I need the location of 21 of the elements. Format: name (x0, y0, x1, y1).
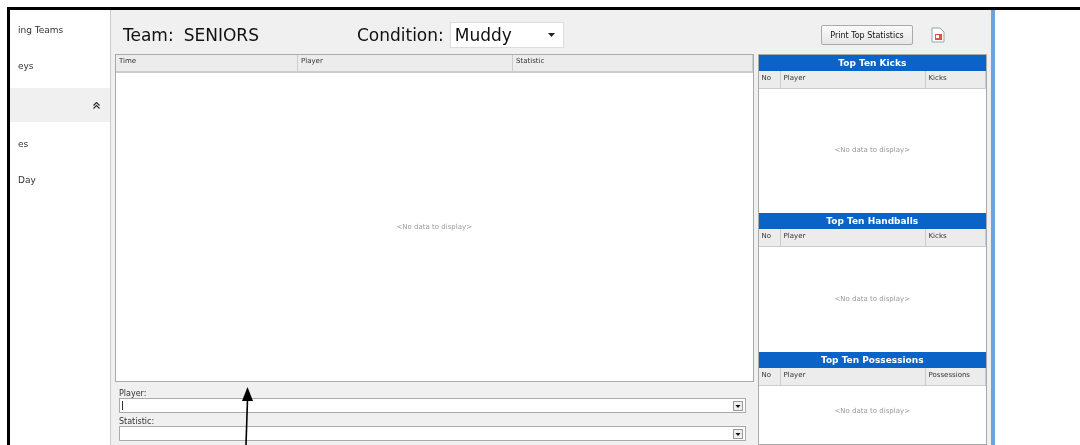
panel-title: Top Ten Kicks (758, 55, 986, 71)
condition-dropdown[interactable]: Muddy (449, 22, 564, 48)
sidebar-item[interactable]: Day (10, 162, 110, 198)
statistic-combo-field[interactable] (119, 426, 746, 441)
sidebar-item[interactable]: ing Teams (10, 12, 110, 48)
annotation-arrow (240, 387, 254, 445)
player-combo-field[interactable] (119, 398, 746, 413)
document-icon[interactable] (931, 27, 945, 43)
condition-label: Condition: (356, 25, 444, 45)
player-label: Player: (119, 389, 148, 398)
caret-icon (547, 33, 555, 37)
team-name: SENIORS (183, 25, 259, 45)
sidebar-item[interactable]: eys (10, 48, 110, 84)
print-button[interactable]: Print Top Statistics (821, 25, 913, 45)
team-label: Team: (123, 25, 174, 45)
statistic-label: Statistic: (119, 417, 156, 426)
sidebar-item[interactable]: es (10, 126, 110, 162)
panel-title: Top Ten Possessions (758, 352, 986, 368)
panel-title: Top Ten Handballs (758, 213, 986, 229)
caret-icon (732, 428, 743, 439)
caret-icon (732, 400, 743, 411)
